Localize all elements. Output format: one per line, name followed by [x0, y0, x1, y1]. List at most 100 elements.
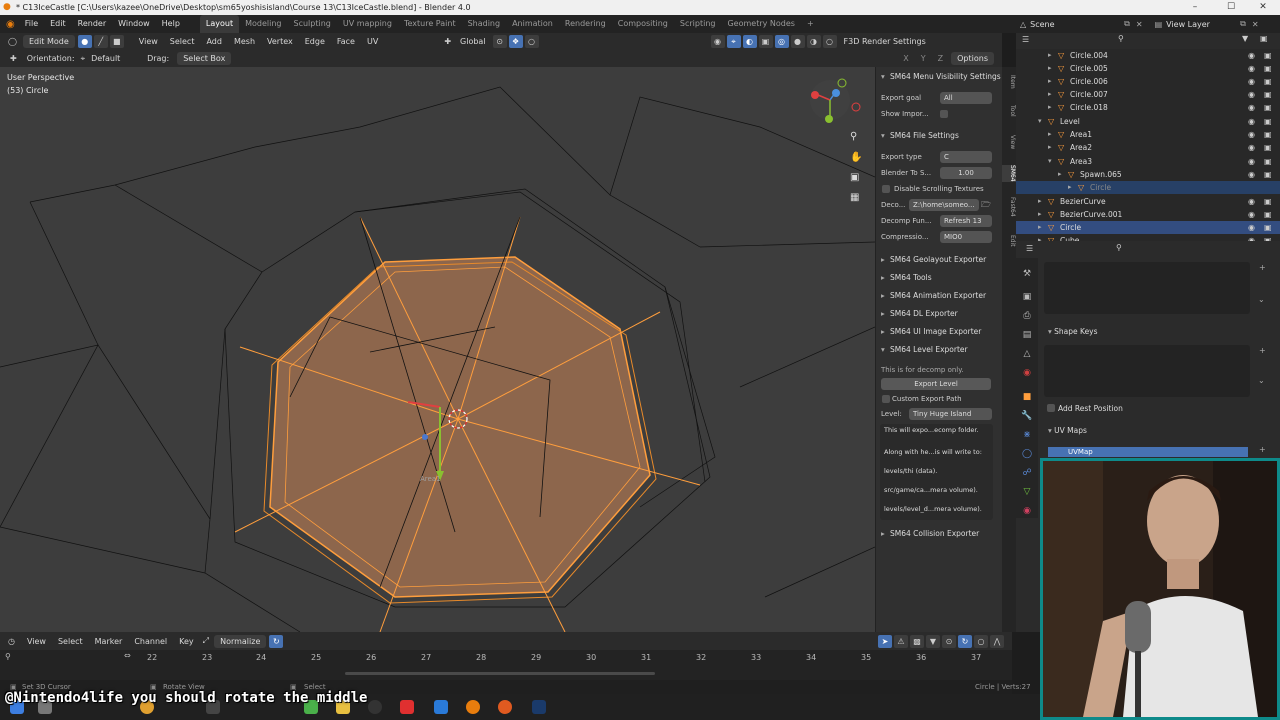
- ui-image-exporter-header[interactable]: ▸ SM64 UI Image Exporter: [876, 324, 1003, 340]
- music-app-icon[interactable]: [400, 700, 414, 714]
- object-tab-icon[interactable]: ■: [1021, 391, 1033, 403]
- timeline-menu-view[interactable]: View: [21, 633, 52, 650]
- view-layer-tab-icon[interactable]: ▤: [1021, 329, 1033, 341]
- modifiers-tab-icon[interactable]: 🔧: [1021, 410, 1033, 422]
- menu-visibility-header[interactable]: ▾ SM64 Menu Visibility Settings: [876, 69, 1003, 85]
- overlays-icon[interactable]: ◐: [742, 35, 757, 48]
- disclosure-arrow-icon[interactable]: ▸: [1048, 141, 1052, 154]
- zoom-icon[interactable]: ⚲: [850, 131, 857, 142]
- xray-icon[interactable]: ▣: [758, 35, 773, 48]
- photoshop-icon[interactable]: [532, 700, 546, 714]
- outliner-row[interactable]: ▸ ▽ BezierCurve.001 ◉ ▣: [1016, 208, 1280, 221]
- outliner-item-name[interactable]: BezierCurve: [1060, 195, 1106, 208]
- render-tab-icon[interactable]: ▣: [1021, 291, 1033, 303]
- view-layer-selector[interactable]: View Layer: [1166, 20, 1236, 29]
- visibility-eye-icon[interactable]: ◉: [1248, 62, 1255, 75]
- maximize-button[interactable]: ☐: [1214, 0, 1248, 15]
- visibility-eye-icon[interactable]: ◉: [1248, 88, 1255, 101]
- vscode-icon[interactable]: [434, 700, 448, 714]
- outliner-item-name[interactable]: Circle.007: [1070, 88, 1108, 101]
- disclosure-arrow-icon[interactable]: ▸: [1038, 208, 1042, 221]
- outliner-row[interactable]: ▾ ▽ Level ◉ ▣: [1016, 115, 1280, 128]
- outliner-row[interactable]: ▸ ▽ Spawn.065 ◉ ▣: [1016, 168, 1280, 181]
- new-scene-icon[interactable]: ⧉: [1120, 19, 1134, 29]
- material-shading-icon[interactable]: ◑: [806, 35, 821, 48]
- timeline-scrollbar[interactable]: [345, 672, 655, 675]
- tab-compositing[interactable]: Compositing: [612, 15, 674, 33]
- obs-icon[interactable]: [368, 700, 382, 714]
- outliner-item-name[interactable]: Area2: [1070, 141, 1092, 154]
- blender-scale-field[interactable]: 1.00: [940, 167, 992, 179]
- 3d-viewport[interactable]: User Perspective (53) Circle Area1 ⚲ ✋ ▣…: [0, 67, 875, 632]
- firefox-icon[interactable]: [498, 700, 512, 714]
- data-tab-icon[interactable]: ▽: [1021, 486, 1033, 498]
- minimize-button[interactable]: –: [1178, 0, 1212, 15]
- visibility-icon[interactable]: ◉: [710, 35, 725, 48]
- render-camera-icon[interactable]: ▣: [1264, 221, 1272, 234]
- ortho-grid-icon[interactable]: ▦: [850, 192, 859, 203]
- frame-nav-icon[interactable]: ⚲: [5, 652, 11, 661]
- scene-tab-icon[interactable]: △: [1021, 348, 1033, 360]
- transform-orientation-dropdown[interactable]: Global: [454, 33, 492, 50]
- menu-file[interactable]: File: [19, 15, 44, 33]
- menu-uv[interactable]: UV: [361, 33, 384, 50]
- visibility-eye-icon[interactable]: ◉: [1248, 75, 1255, 88]
- outliner-row[interactable]: ▸ ▽ Circle.004 ◉ ▣: [1016, 49, 1280, 62]
- render-camera-icon[interactable]: ▣: [1264, 101, 1272, 114]
- navigation-gizmo[interactable]: [810, 78, 861, 123]
- outliner-row[interactable]: ▾ ▽ Area3 ◉ ▣: [1016, 155, 1280, 168]
- camera-view-icon[interactable]: ▣: [850, 172, 859, 183]
- disclosure-arrow-icon[interactable]: ▾: [1048, 155, 1052, 168]
- render-camera-icon[interactable]: ▣: [1264, 141, 1272, 154]
- outliner-editor-icon[interactable]: ☰: [1022, 35, 1029, 44]
- menu-vertex[interactable]: Vertex: [261, 33, 299, 50]
- pan-hand-icon[interactable]: ✋: [850, 152, 862, 163]
- outliner-item-name[interactable]: Area1: [1070, 128, 1092, 141]
- outliner-item-name[interactable]: Circle.005: [1070, 62, 1108, 75]
- tab-rendering[interactable]: Rendering: [559, 15, 612, 33]
- render-camera-icon[interactable]: ▣: [1264, 49, 1272, 62]
- add-vertex-group-icon[interactable]: +: [1259, 263, 1266, 272]
- snap-icon[interactable]: ❖: [508, 35, 523, 48]
- list-dropdown-icon[interactable]: ⌄: [1258, 295, 1265, 304]
- shape-keys-header[interactable]: ▾ Shape Keys: [1048, 327, 1098, 336]
- particles-tab-icon[interactable]: ⋇: [1021, 429, 1033, 441]
- outliner-item-name[interactable]: Spawn.065: [1080, 168, 1122, 181]
- tab-uv-mapping[interactable]: UV mapping: [337, 15, 398, 33]
- frame-scrub-icon[interactable]: ⇔: [124, 651, 131, 660]
- tab-sculpting[interactable]: Sculpting: [288, 15, 337, 33]
- auto-refresh-icon[interactable]: ↻: [269, 634, 284, 648]
- options-dropdown[interactable]: Options: [951, 52, 994, 65]
- outliner-row[interactable]: ▸ ▽ Circle ◉ ▣: [1016, 221, 1280, 234]
- tab-texture-paint[interactable]: Texture Paint: [398, 15, 462, 33]
- timeline-menu-channel[interactable]: Channel: [128, 633, 173, 650]
- pivot-icon[interactable]: ⊙: [492, 35, 507, 48]
- editor-type-icon[interactable]: ◯: [0, 37, 21, 46]
- menu-help[interactable]: Help: [156, 15, 186, 33]
- render-camera-icon[interactable]: ▣: [1264, 195, 1272, 208]
- new-collection-icon[interactable]: ▣: [1260, 34, 1268, 43]
- add-uv-map-icon[interactable]: +: [1259, 445, 1266, 454]
- menu-render[interactable]: Render: [72, 15, 112, 33]
- disclosure-arrow-icon[interactable]: ▸: [1038, 221, 1042, 234]
- add-rest-position-checkbox[interactable]: [1047, 404, 1055, 412]
- face-select-icon[interactable]: ■: [109, 35, 124, 48]
- proportional-edit-icon[interactable]: ○: [524, 35, 539, 48]
- visibility-eye-icon[interactable]: ◉: [1248, 49, 1255, 62]
- properties-search-icon[interactable]: ⚲: [1116, 243, 1122, 252]
- render-camera-icon[interactable]: ▣: [1264, 155, 1272, 168]
- ease-icon[interactable]: ⋀: [990, 634, 1004, 648]
- outliner-row[interactable]: ▸ ▽ Circle.018 ◉ ▣: [1016, 101, 1280, 114]
- outliner-item-name[interactable]: Circle.004: [1070, 49, 1108, 62]
- visibility-eye-icon[interactable]: ◉: [1248, 168, 1255, 181]
- visibility-eye-icon[interactable]: ◉: [1248, 101, 1255, 114]
- properties-editor-icon[interactable]: ☰: [1026, 244, 1033, 253]
- outliner-filter-icon[interactable]: ▼: [1242, 34, 1248, 43]
- menu-edge[interactable]: Edge: [299, 33, 331, 50]
- outliner-item-name[interactable]: Circle: [1060, 221, 1081, 234]
- file-settings-header[interactable]: ▾ SM64 File Settings: [876, 128, 1003, 144]
- only-selected-icon[interactable]: ➤: [878, 634, 892, 648]
- disclosure-arrow-icon[interactable]: ▾: [1038, 115, 1042, 128]
- new-view-layer-icon[interactable]: ⧉: [1236, 19, 1250, 29]
- rendered-shading-icon[interactable]: ○: [822, 35, 837, 48]
